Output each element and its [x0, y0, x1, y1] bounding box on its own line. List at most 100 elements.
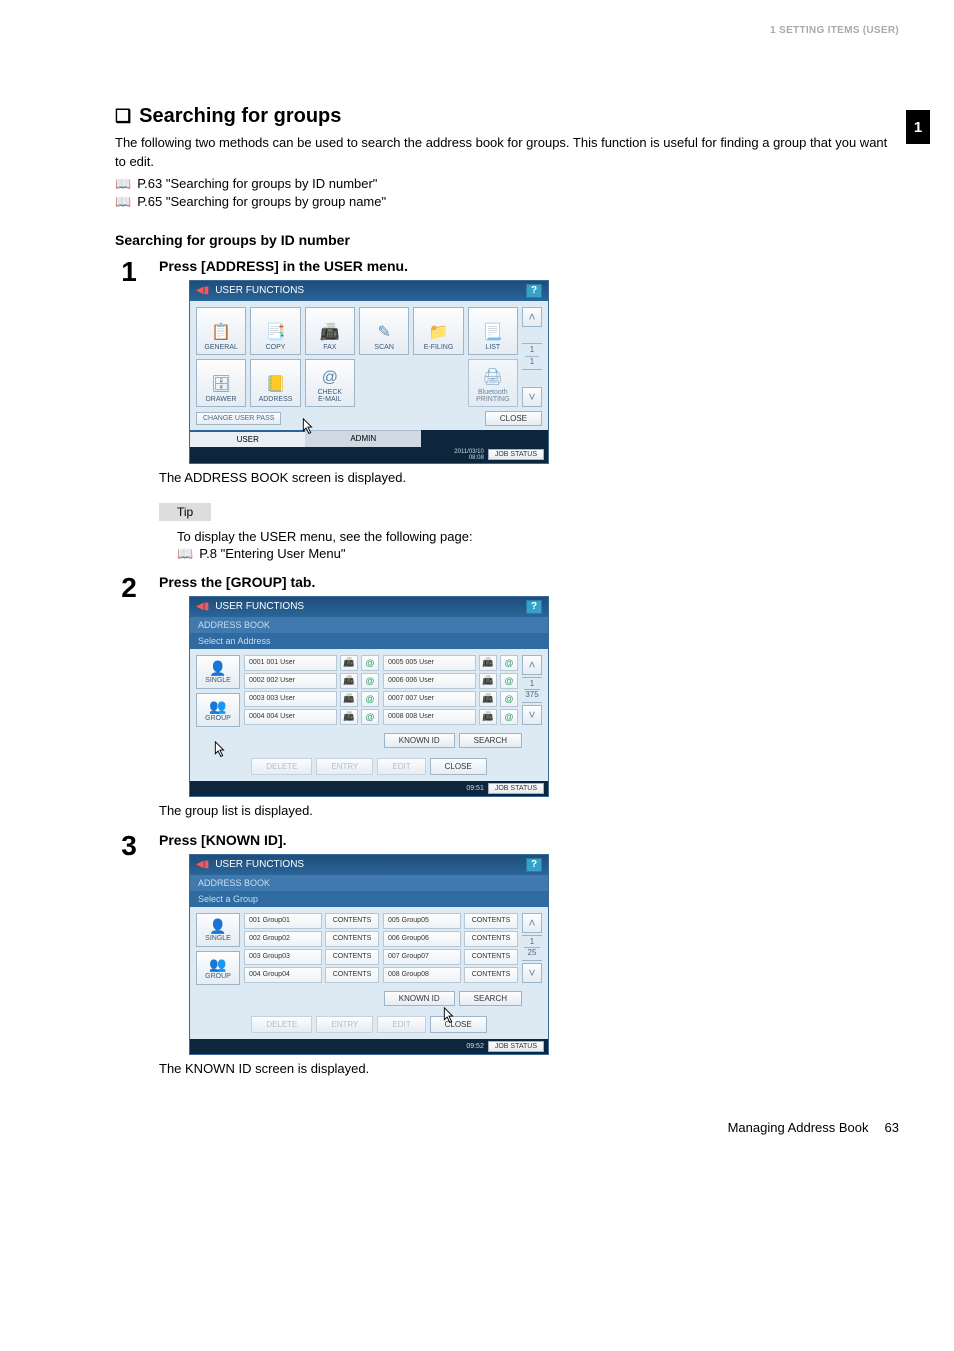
change-password-button[interactable]: CHANGE USER PASS	[196, 412, 281, 425]
xref-line-2[interactable]: 📖 P.65 "Searching for groups by group na…	[115, 194, 899, 210]
printer-icon: 🖨	[483, 367, 503, 387]
list-item[interactable]: 0002 002 User📠@	[244, 673, 379, 689]
list-item[interactable]: 007 Group07CONTENTS	[383, 949, 518, 965]
list-item[interactable]: 0001 001 User📠@	[244, 655, 379, 671]
help-button[interactable]: ?	[526, 284, 542, 298]
scroll-down-button[interactable]: ˅	[522, 387, 542, 407]
mail-icon[interactable]: @	[500, 691, 518, 707]
scroll-up-button[interactable]: ˄	[522, 655, 542, 675]
breadcrumb: ADDRESS BOOK	[190, 617, 548, 633]
list-item[interactable]: 001 Group01CONTENTS	[244, 913, 379, 929]
job-status-button[interactable]: JOB STATUS	[488, 449, 544, 460]
contents-button[interactable]: CONTENTS	[464, 931, 518, 947]
group-tab[interactable]: 👥GROUP	[196, 693, 240, 727]
back-icon[interactable]: ◀▮	[196, 859, 209, 870]
scroll-down-button[interactable]: ˅	[522, 705, 542, 725]
search-button[interactable]: SEARCH	[459, 991, 522, 1006]
list-item[interactable]: 006 Group06CONTENTS	[383, 931, 518, 947]
screenshot-address-single: ◀▮ USER FUNCTIONS ? ADDRESS BOOK Select …	[189, 596, 549, 797]
entry-button[interactable]: ENTRY	[316, 1016, 373, 1033]
back-icon[interactable]: ◀▮	[196, 601, 209, 612]
tip-xref[interactable]: 📖 P.8 "Entering User Menu"	[177, 546, 899, 562]
cursor-icon	[296, 416, 318, 440]
list-item[interactable]: 0008 008 User📠@	[383, 709, 518, 725]
check-email-button[interactable]: @CHECK E-MAIL	[305, 359, 355, 407]
drawer-button[interactable]: 🗄DRAWER	[196, 359, 246, 407]
general-button[interactable]: 📋GENERAL	[196, 307, 246, 355]
fax-icon[interactable]: 📠	[340, 691, 358, 707]
window-title: USER FUNCTIONS	[215, 859, 304, 870]
known-id-button[interactable]: KNOWN ID	[384, 991, 455, 1006]
contents-button[interactable]: CONTENTS	[325, 949, 379, 965]
mail-icon[interactable]: @	[500, 673, 518, 689]
scroll-up-button[interactable]: ˄	[522, 913, 542, 933]
help-button[interactable]: ?	[526, 600, 542, 614]
delete-button[interactable]: DELETE	[251, 1016, 312, 1033]
list-button[interactable]: 📃LIST	[468, 307, 518, 355]
mail-icon[interactable]: @	[361, 673, 379, 689]
list-item[interactable]: 004 Group04CONTENTS	[244, 967, 379, 983]
single-tab[interactable]: 👤SINGLE	[196, 913, 240, 947]
mail-icon[interactable]: @	[500, 709, 518, 725]
footer-title: Managing Address Book	[728, 1120, 869, 1135]
list-item[interactable]: 0003 003 User📠@	[244, 691, 379, 707]
search-button[interactable]: SEARCH	[459, 733, 522, 748]
xref-line-1[interactable]: 📖 P.63 "Searching for groups by ID numbe…	[115, 176, 899, 192]
list-item[interactable]: 0006 006 User📠@	[383, 673, 518, 689]
copy-button[interactable]: 📑COPY	[250, 307, 300, 355]
section-title-text: Searching for groups	[139, 105, 341, 128]
step-2: 2 Press the [GROUP] tab. ◀▮ USER FUNCTIO…	[115, 574, 899, 822]
screenshot-address-group: ◀▮ USER FUNCTIONS ? ADDRESS BOOK Select …	[189, 854, 549, 1055]
fax-icon[interactable]: 📠	[479, 673, 497, 689]
address-button[interactable]: 📒ADDRESS	[250, 359, 300, 407]
mail-icon[interactable]: @	[500, 655, 518, 671]
job-status-button[interactable]: JOB STATUS	[488, 1041, 544, 1052]
list-item[interactable]: 0005 005 User📠@	[383, 655, 518, 671]
window-title: USER FUNCTIONS	[215, 601, 304, 612]
efiling-button[interactable]: 📁E-FILING	[413, 307, 463, 355]
contents-button[interactable]: CONTENTS	[325, 913, 379, 929]
fax-icon[interactable]: 📠	[340, 709, 358, 725]
back-icon[interactable]: ◀▮	[196, 285, 209, 296]
list-item[interactable]: 003 Group03CONTENTS	[244, 949, 379, 965]
list-item[interactable]: 008 Group08CONTENTS	[383, 967, 518, 983]
scan-button[interactable]: ✎SCAN	[359, 307, 409, 355]
contents-button[interactable]: CONTENTS	[325, 967, 379, 983]
fax-icon[interactable]: 📠	[479, 709, 497, 725]
edit-button[interactable]: EDIT	[377, 1016, 425, 1033]
xref-text: P.63 "Searching for groups by ID number"	[137, 176, 377, 191]
fax-icon[interactable]: 📠	[479, 691, 497, 707]
group-tab[interactable]: 👥GROUP	[196, 951, 240, 985]
contents-button[interactable]: CONTENTS	[325, 931, 379, 947]
fax-icon[interactable]: 📠	[340, 673, 358, 689]
close-button[interactable]: CLOSE	[485, 411, 542, 426]
list-item[interactable]: 002 Group02CONTENTS	[244, 931, 379, 947]
list-item[interactable]: 0007 007 User📠@	[383, 691, 518, 707]
step-number: 2	[115, 574, 143, 602]
fax-icon[interactable]: 📠	[479, 655, 497, 671]
fax-button[interactable]: 📠FAX	[305, 307, 355, 355]
delete-button[interactable]: DELETE	[251, 758, 312, 775]
mail-icon[interactable]: @	[361, 655, 379, 671]
contents-button[interactable]: CONTENTS	[464, 967, 518, 983]
mail-icon[interactable]: @	[361, 709, 379, 725]
single-tab[interactable]: 👤SINGLE	[196, 655, 240, 689]
copy-icon: 📑	[266, 322, 286, 342]
list-item[interactable]: 005 Group05CONTENTS	[383, 913, 518, 929]
contents-button[interactable]: CONTENTS	[464, 913, 518, 929]
fax-icon[interactable]: 📠	[340, 655, 358, 671]
bluetooth-printing-button[interactable]: 🖨Bluetooth PRINTING	[468, 359, 518, 407]
edit-button[interactable]: EDIT	[377, 758, 425, 775]
help-button[interactable]: ?	[526, 858, 542, 872]
list-item[interactable]: 0004 004 User📠@	[244, 709, 379, 725]
admin-tab[interactable]: ADMIN	[305, 430, 420, 447]
contents-button[interactable]: CONTENTS	[464, 949, 518, 965]
job-status-button[interactable]: JOB STATUS	[488, 783, 544, 794]
known-id-button[interactable]: KNOWN ID	[384, 733, 455, 748]
scroll-up-button[interactable]: ˄	[522, 307, 542, 327]
scroll-down-button[interactable]: ˅	[522, 963, 542, 983]
user-tab[interactable]: USER	[190, 430, 305, 447]
entry-button[interactable]: ENTRY	[316, 758, 373, 775]
close-button[interactable]: CLOSE	[430, 758, 487, 775]
mail-icon[interactable]: @	[361, 691, 379, 707]
